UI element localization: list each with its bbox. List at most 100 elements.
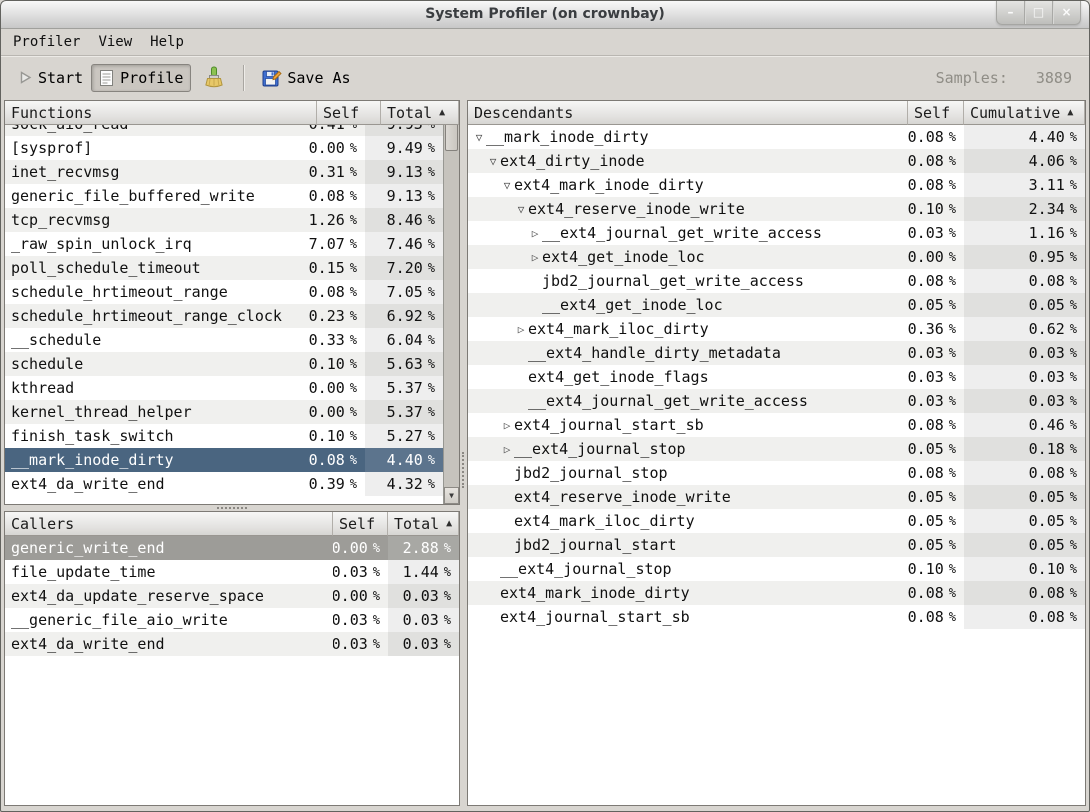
table-row[interactable]: ext4_journal_start_sb0.08%0.08% — [468, 605, 1085, 629]
table-row[interactable]: file_update_time0.03%1.44% — [5, 560, 459, 584]
function-name-cell: ext4_reserve_inode_write — [468, 485, 908, 509]
table-row[interactable]: generic_write_end0.00%2.88% — [5, 536, 459, 560]
table-row[interactable]: kthread0.00%5.37% — [5, 376, 443, 400]
function-name: ext4_reserve_inode_write — [528, 200, 745, 218]
percent-value: 0.03 — [908, 368, 944, 386]
table-row[interactable]: __ext4_get_inode_loc0.05%0.05% — [468, 293, 1085, 317]
percent-sign: % — [949, 538, 956, 552]
tree-expander-open-icon[interactable]: ▽ — [514, 203, 528, 216]
percent-sign: % — [428, 141, 435, 155]
percent-sign: % — [1070, 226, 1077, 240]
table-row[interactable]: jbd2_journal_get_write_access0.08%0.08% — [468, 269, 1085, 293]
save-as-button[interactable]: Save As — [254, 63, 358, 93]
table-row[interactable]: ext4_reserve_inode_write0.05%0.05% — [468, 485, 1085, 509]
table-row[interactable]: ▷__ext4_journal_get_write_access0.03%1.1… — [468, 221, 1085, 245]
column-header-callers[interactable]: Callers — [5, 512, 333, 536]
minimize-button[interactable]: – — [997, 0, 1024, 24]
table-row[interactable]: __ext4_journal_stop0.10%0.10% — [468, 557, 1085, 581]
menu-profiler[interactable]: Profiler — [4, 30, 89, 54]
total-percent-cell: 8.46% — [365, 208, 443, 232]
scrollbar-thumb[interactable] — [445, 121, 458, 151]
table-row[interactable]: ext4_mark_inode_dirty0.08%0.08% — [468, 581, 1085, 605]
function-name-cell: __ext4_handle_dirty_metadata — [468, 341, 908, 365]
total-percent-cell: 7.20% — [365, 256, 443, 280]
table-row[interactable]: kernel_thread_helper0.00%5.37% — [5, 400, 443, 424]
column-header-self[interactable]: Self — [333, 512, 388, 536]
table-row[interactable]: _raw_spin_unlock_irq7.07%7.46% — [5, 232, 443, 256]
table-row[interactable]: ▷__ext4_journal_stop0.05%0.18% — [468, 437, 1085, 461]
percent-sign: % — [428, 237, 435, 251]
column-header-descendants[interactable]: Descendants — [468, 101, 908, 125]
percent-sign: % — [373, 613, 380, 627]
percent-sign: % — [949, 394, 956, 408]
reset-samples-button[interactable] — [195, 61, 233, 95]
profile-toggle-button[interactable]: Profile — [91, 64, 191, 92]
column-header-cumulative[interactable]: Cumulative ▲ — [964, 101, 1085, 125]
table-row[interactable]: __generic_file_aio_write0.03%0.03% — [5, 608, 459, 632]
start-button[interactable]: Start — [10, 64, 91, 92]
table-row[interactable]: __ext4_journal_get_write_access0.03%0.03… — [468, 389, 1085, 413]
table-row[interactable]: ▽__mark_inode_dirty0.08%4.40% — [468, 125, 1085, 149]
table-row[interactable]: generic_file_buffered_write0.08%9.13% — [5, 184, 443, 208]
table-row[interactable]: ▷ext4_get_inode_loc0.00%0.95% — [468, 245, 1085, 269]
horizontal-splitter[interactable] — [4, 504, 460, 511]
title-bar[interactable]: System Profiler (on crownbay) — [0, 0, 1090, 29]
tree-expander-closed-icon[interactable]: ▷ — [500, 443, 514, 456]
function-name: __ext4_journal_get_write_access — [542, 224, 822, 242]
column-header-self[interactable]: Self — [317, 101, 381, 125]
total-percent-cell: 5.37% — [365, 376, 443, 400]
table-row[interactable]: ext4_da_write_end0.03%0.03% — [5, 632, 459, 656]
table-row[interactable]: jbd2_journal_stop0.08%0.08% — [468, 461, 1085, 485]
table-row[interactable]: jbd2_journal_start0.05%0.05% — [468, 533, 1085, 557]
table-row[interactable]: ext4_da_write_end0.39%4.32% — [5, 472, 443, 496]
tree-expander-open-icon[interactable]: ▽ — [486, 155, 500, 168]
profile-button-label: Profile — [120, 69, 183, 87]
total-percent-cell: 0.08% — [964, 581, 1085, 605]
table-row[interactable]: ext4_mark_iloc_dirty0.05%0.05% — [468, 509, 1085, 533]
table-row[interactable]: poll_schedule_timeout0.15%7.20% — [5, 256, 443, 280]
vertical-splitter[interactable] — [460, 100, 467, 806]
menu-view[interactable]: View — [89, 30, 141, 54]
table-row[interactable]: finish_task_switch0.10%5.27% — [5, 424, 443, 448]
table-row[interactable]: schedule_hrtimeout_range0.08%7.05% — [5, 280, 443, 304]
tree-expander-closed-icon[interactable]: ▷ — [528, 227, 542, 240]
tree-expander-open-icon[interactable]: ▽ — [472, 131, 486, 144]
column-header-self[interactable]: Self — [908, 101, 964, 125]
total-percent-cell: 4.40% — [365, 448, 443, 472]
maximize-button[interactable]: □ — [1024, 0, 1052, 24]
percent-sign: % — [428, 477, 435, 491]
column-header-total[interactable]: Total ▲ — [381, 101, 459, 125]
tree-expander-open-icon[interactable]: ▽ — [500, 179, 514, 192]
table-row[interactable]: __mark_inode_dirty0.08%4.40% — [5, 448, 443, 472]
column-header-total-label: Total — [394, 515, 439, 533]
table-row[interactable]: ▷ext4_mark_iloc_dirty0.36%0.62% — [468, 317, 1085, 341]
table-row[interactable]: ▷ext4_journal_start_sb0.08%0.46% — [468, 413, 1085, 437]
table-row[interactable]: __ext4_handle_dirty_metadata0.03%0.03% — [468, 341, 1085, 365]
close-button[interactable]: × — [1052, 0, 1080, 24]
column-header-functions[interactable]: Functions — [5, 101, 317, 125]
self-percent-cell: 0.03% — [908, 341, 964, 365]
table-row[interactable]: schedule0.10%5.63% — [5, 352, 443, 376]
table-row[interactable]: ext4_da_update_reserve_space0.00%0.03% — [5, 584, 459, 608]
table-row[interactable]: ▽ext4_reserve_inode_write0.10%2.34% — [468, 197, 1085, 221]
column-header-total[interactable]: Total ▲ — [388, 512, 459, 536]
table-row[interactable]: ▽ext4_dirty_inode0.08%4.06% — [468, 149, 1085, 173]
self-percent-cell: 0.03% — [333, 608, 388, 632]
menu-help[interactable]: Help — [141, 30, 193, 54]
table-row[interactable]: ▽ext4_mark_inode_dirty0.08%3.11% — [468, 173, 1085, 197]
tree-expander-closed-icon[interactable]: ▷ — [500, 419, 514, 432]
table-row[interactable]: sock_aio_read0.41%9.93% — [5, 125, 443, 136]
self-percent-cell: 0.08% — [908, 125, 964, 149]
table-row[interactable]: tcp_recvmsg1.26%8.46% — [5, 208, 443, 232]
table-row[interactable]: inet_recvmsg0.31%9.13% — [5, 160, 443, 184]
table-row[interactable]: [sysprof]0.00%9.49% — [5, 136, 443, 160]
total-percent-cell: 0.05% — [964, 533, 1085, 557]
tree-expander-closed-icon[interactable]: ▷ — [514, 323, 528, 336]
function-name-cell: __schedule — [5, 328, 301, 352]
table-row[interactable]: ext4_get_inode_flags0.03%0.03% — [468, 365, 1085, 389]
table-row[interactable]: __schedule0.33%6.04% — [5, 328, 443, 352]
tree-expander-closed-icon[interactable]: ▷ — [528, 251, 542, 264]
functions-scrollbar[interactable]: ▲ ▼ — [443, 101, 459, 504]
scroll-down-icon[interactable]: ▼ — [444, 487, 459, 504]
table-row[interactable]: schedule_hrtimeout_range_clock0.23%6.92% — [5, 304, 443, 328]
